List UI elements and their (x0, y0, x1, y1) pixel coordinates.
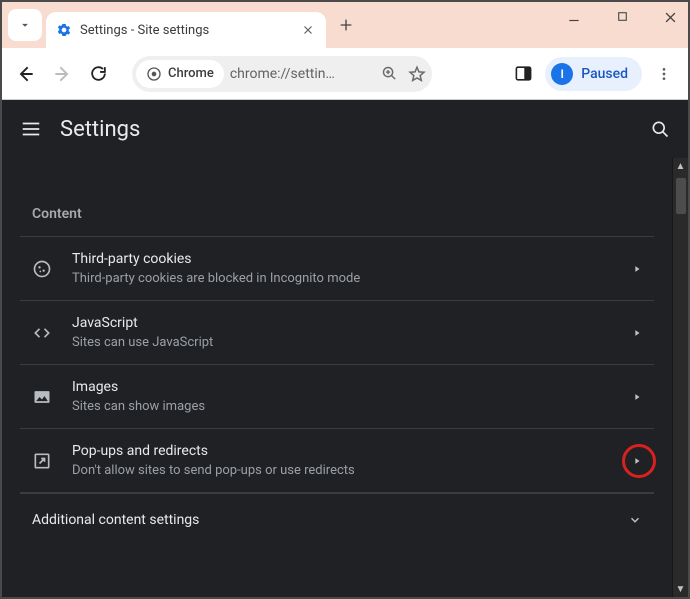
minimize-icon (567, 10, 581, 24)
plus-icon (338, 17, 354, 33)
reload-icon (89, 64, 108, 83)
row-title: Third-party cookies (72, 251, 360, 267)
tab-strip: Settings - Site settings (2, 2, 688, 48)
row-title: Images (72, 379, 205, 395)
close-icon (663, 10, 678, 25)
window-maximize-button[interactable] (610, 10, 634, 25)
back-button[interactable] (12, 60, 40, 88)
row-subtitle: Don't allow sites to send pop-ups or use… (72, 463, 355, 478)
new-tab-button[interactable] (338, 17, 354, 33)
address-bar[interactable]: Chrome chrome://settin… (132, 56, 432, 92)
arrow-left-icon (16, 64, 36, 84)
row-subtitle: Sites can use JavaScript (72, 335, 213, 350)
row-additional-content-settings[interactable]: Additional content settings (20, 493, 654, 546)
scroll-down-button[interactable]: ▼ (673, 581, 688, 597)
scrollbar[interactable]: ▲ ▼ (672, 158, 688, 597)
cookie-icon (32, 259, 72, 279)
forward-button[interactable] (48, 60, 76, 88)
profile-status: Paused (581, 66, 628, 82)
settings-header: Settings (2, 100, 688, 158)
chevron-down-icon (18, 18, 32, 32)
tab-title: Settings - Site settings (80, 23, 300, 38)
window-minimize-button[interactable] (562, 10, 586, 25)
tab-close-button[interactable] (300, 24, 316, 36)
image-icon (32, 387, 72, 407)
settings-search-button[interactable] (650, 119, 670, 139)
tab-search-button[interactable] (8, 9, 42, 41)
chrome-icon (146, 66, 162, 82)
zoom-button[interactable] (378, 65, 400, 82)
panel-icon (514, 64, 533, 83)
chevron-down-icon (628, 513, 646, 527)
row-images[interactable]: Images Sites can show images (20, 364, 654, 428)
scroll-thumb[interactable] (676, 178, 686, 214)
row-title: Pop-ups and redirects (72, 443, 355, 459)
row-title: JavaScript (72, 315, 213, 331)
row-javascript[interactable]: JavaScript Sites can use JavaScript (20, 300, 654, 364)
scroll-up-button[interactable]: ▲ (673, 158, 688, 174)
chevron-right-icon (632, 264, 646, 274)
window-close-button[interactable] (658, 10, 682, 25)
row-third-party-cookies[interactable]: Third-party cookies Third-party cookies … (20, 236, 654, 300)
site-info-chip[interactable]: Chrome (136, 60, 224, 88)
browser-menu-button[interactable] (650, 66, 678, 82)
chevron-right-icon (632, 456, 646, 466)
row-title: Additional content settings (32, 512, 199, 528)
site-info-label: Chrome (168, 66, 214, 81)
menu-button[interactable] (20, 118, 42, 140)
side-panel-button[interactable] (509, 64, 537, 83)
active-tab[interactable]: Settings - Site settings (46, 12, 326, 48)
page-title: Settings (60, 117, 632, 142)
chevron-right-icon (632, 328, 646, 338)
search-icon (650, 119, 670, 139)
bookmark-button[interactable] (406, 65, 428, 83)
profile-button[interactable]: I Paused (545, 57, 642, 91)
settings-content: Content Third-party cookies Third-party … (2, 158, 688, 597)
kebab-icon (656, 66, 672, 82)
avatar: I (551, 63, 573, 85)
popup-icon (32, 451, 72, 471)
arrow-right-icon (52, 64, 72, 84)
row-subtitle: Sites can show images (72, 399, 205, 414)
chevron-right-icon (632, 392, 646, 402)
zoom-icon (381, 65, 398, 82)
code-icon (32, 323, 72, 343)
row-subtitle: Third-party cookies are blocked in Incog… (72, 271, 360, 286)
reload-button[interactable] (84, 60, 112, 88)
maximize-icon (616, 10, 629, 23)
row-popups-redirects[interactable]: Pop-ups and redirects Don't allow sites … (20, 428, 654, 493)
url-text: chrome://settin… (230, 66, 372, 82)
close-icon (302, 24, 314, 36)
gear-icon (56, 22, 72, 38)
hamburger-icon (20, 118, 42, 140)
star-icon (408, 65, 426, 83)
browser-toolbar: Chrome chrome://settin… I Paused (2, 48, 688, 100)
section-title: Content (20, 158, 654, 236)
